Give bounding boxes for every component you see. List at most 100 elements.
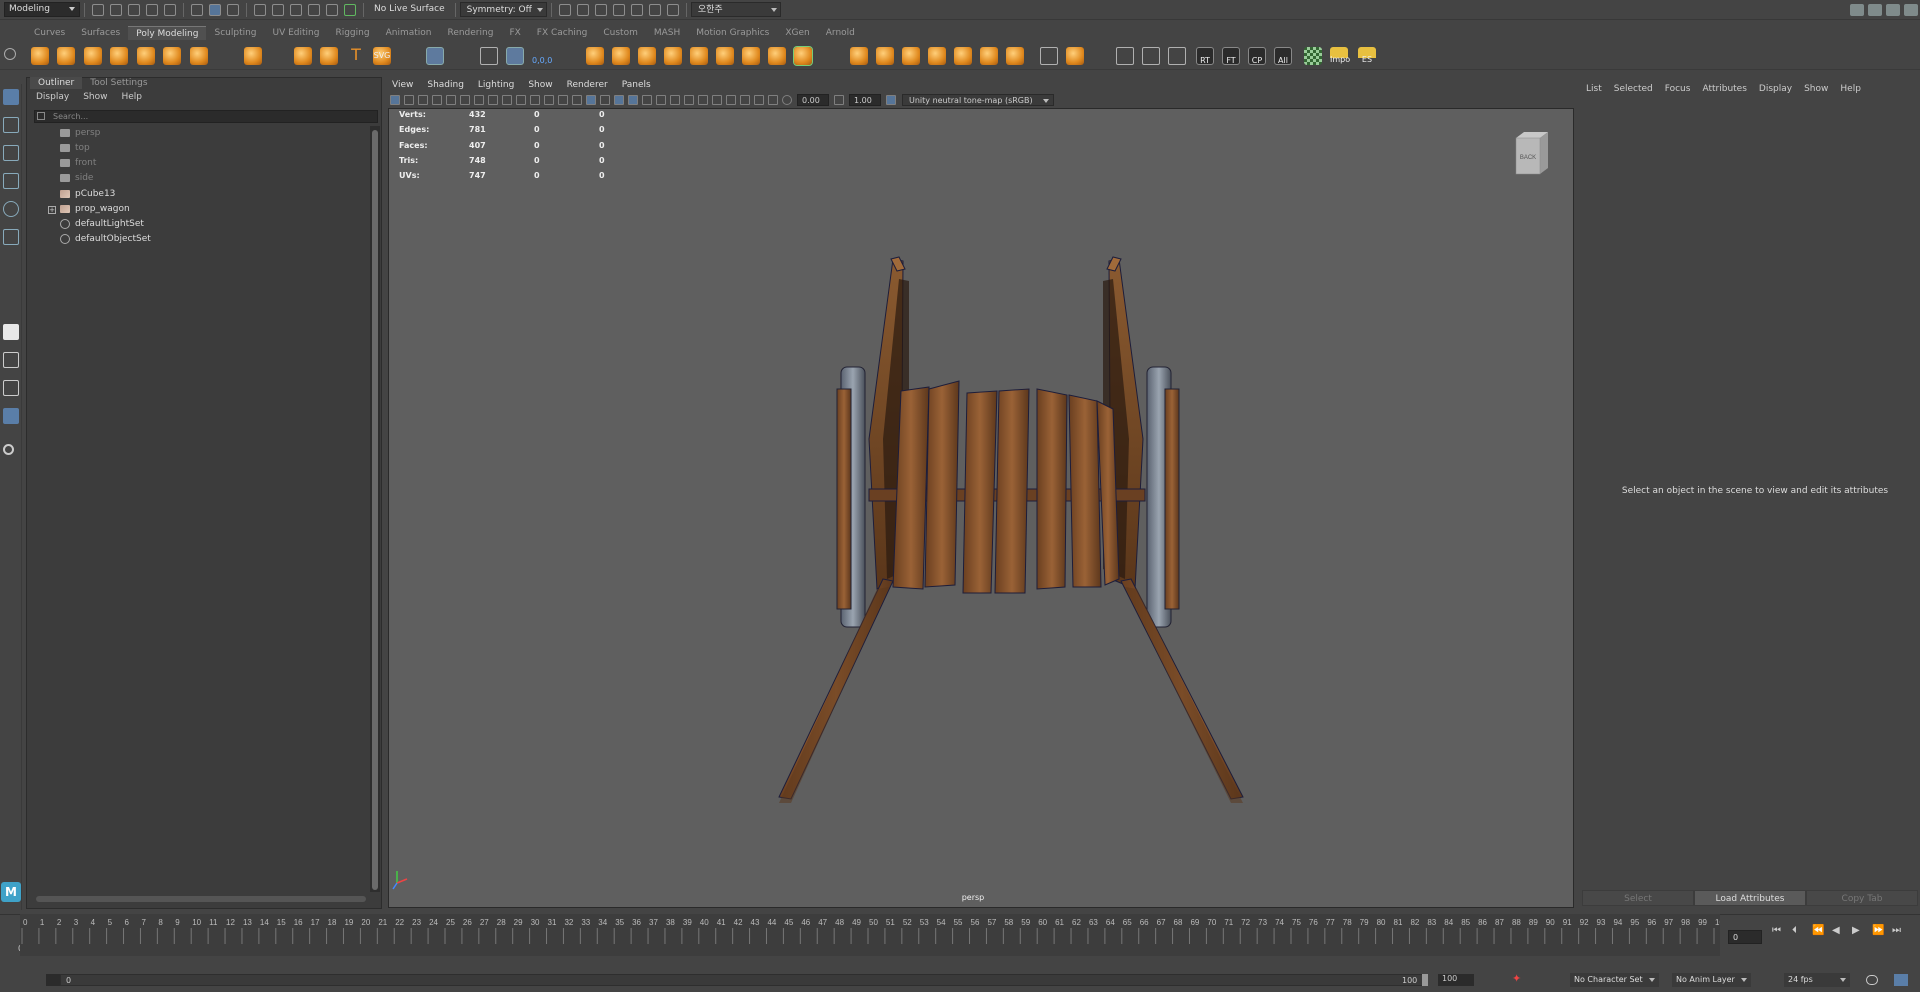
boolean-icon[interactable] bbox=[664, 47, 682, 65]
render-view-icon[interactable] bbox=[630, 3, 643, 16]
step-back-frame-icon[interactable]: ⏪ bbox=[1812, 926, 1824, 936]
menu-display[interactable]: Display bbox=[1759, 84, 1792, 94]
sweep-mesh-icon[interactable] bbox=[320, 47, 338, 65]
shelf-tab[interactable]: Rendering bbox=[439, 26, 501, 40]
menu-focus[interactable]: Focus bbox=[1665, 84, 1691, 94]
expand-icon[interactable]: + bbox=[48, 206, 56, 214]
four-view-icon[interactable] bbox=[3, 352, 19, 368]
backface-culling-icon[interactable] bbox=[768, 95, 778, 105]
es-folder-icon[interactable]: ES bbox=[1358, 47, 1376, 65]
select-button[interactable]: Select bbox=[1582, 890, 1694, 906]
menu-help[interactable]: Help bbox=[1840, 84, 1861, 94]
two-view-icon[interactable] bbox=[3, 380, 19, 396]
loop-icon[interactable] bbox=[1866, 975, 1878, 985]
collapse-icon[interactable] bbox=[1006, 47, 1024, 65]
combine-icon[interactable] bbox=[586, 47, 604, 65]
render-settings-icon[interactable] bbox=[594, 3, 607, 16]
shelf-tab[interactable]: Motion Graphics bbox=[688, 26, 777, 40]
ambient-occlusion-icon[interactable] bbox=[670, 95, 680, 105]
range-inner-start[interactable]: 0 bbox=[66, 976, 71, 985]
resolution-gate-icon[interactable] bbox=[502, 95, 512, 105]
merge-icon[interactable] bbox=[1040, 47, 1058, 65]
shelf-tab[interactable]: Arnold bbox=[818, 26, 863, 40]
render-frame-icon[interactable] bbox=[558, 3, 571, 16]
textured-icon[interactable] bbox=[628, 95, 638, 105]
isolate-select-icon[interactable] bbox=[726, 95, 736, 105]
load-attributes-button[interactable]: Load Attributes bbox=[1694, 890, 1806, 906]
select-object-icon[interactable] bbox=[209, 3, 221, 16]
ipr-render-icon[interactable] bbox=[576, 3, 589, 16]
gate-mask-icon[interactable] bbox=[516, 95, 526, 105]
current-frame-field[interactable]: 0 bbox=[1728, 930, 1762, 944]
super-shape-icon[interactable] bbox=[294, 47, 312, 65]
shelf-tab-active[interactable]: Poly Modeling bbox=[128, 26, 207, 40]
shelf-tab[interactable]: Surfaces bbox=[73, 26, 128, 40]
target-weld-icon[interactable] bbox=[1066, 47, 1084, 65]
outliner-item-persp[interactable]: persp bbox=[60, 126, 100, 140]
view-transform-dropdown[interactable]: Unity neutral tone-map (sRGB) bbox=[902, 94, 1054, 106]
poly-cone-icon[interactable] bbox=[110, 47, 128, 65]
append-icon[interactable] bbox=[928, 47, 946, 65]
rt-shelf-icon[interactable]: RT bbox=[1196, 47, 1214, 65]
play-backwards-icon[interactable]: ◀ bbox=[1832, 926, 1842, 936]
all-shelf-icon[interactable]: All bbox=[1274, 47, 1292, 65]
shelf-tab[interactable]: XGen bbox=[777, 26, 817, 40]
scale-tool-icon[interactable] bbox=[3, 229, 19, 245]
shadows-icon[interactable] bbox=[656, 95, 666, 105]
menu-selected[interactable]: Selected bbox=[1614, 84, 1653, 94]
menu-show[interactable]: Show bbox=[1804, 84, 1828, 94]
bevel-icon[interactable] bbox=[902, 47, 920, 65]
lights-icon[interactable] bbox=[642, 95, 652, 105]
single-view-icon[interactable] bbox=[3, 324, 19, 340]
svg-tool-icon[interactable]: SVG bbox=[373, 47, 391, 65]
range-start-field[interactable] bbox=[46, 974, 60, 986]
outliner-item-top[interactable]: top bbox=[60, 141, 90, 155]
viewcube[interactable]: BACK bbox=[1512, 130, 1550, 176]
menu-show[interactable]: Show bbox=[83, 92, 107, 102]
save-scene-icon[interactable] bbox=[128, 3, 140, 16]
panel-icon[interactable] bbox=[1886, 3, 1900, 16]
extrude-icon[interactable] bbox=[850, 47, 868, 65]
center-pivot-icon[interactable] bbox=[506, 47, 524, 65]
layout-icon[interactable] bbox=[1868, 3, 1882, 16]
select-camera-icon[interactable] bbox=[390, 95, 400, 105]
toggle-icon[interactable] bbox=[1904, 3, 1918, 16]
depth-of-field-icon[interactable] bbox=[712, 95, 722, 105]
auto-key-icon[interactable]: ✦ bbox=[1512, 973, 1524, 985]
field-chart-icon[interactable] bbox=[530, 95, 540, 105]
safe-action-icon[interactable] bbox=[544, 95, 554, 105]
camera-attributes-icon[interactable] bbox=[404, 95, 414, 105]
grid-display-icon[interactable] bbox=[426, 47, 444, 65]
default-material-icon[interactable] bbox=[600, 95, 610, 105]
maya-logo-icon[interactable]: M bbox=[1, 882, 21, 902]
outliner-search-input[interactable]: Search... bbox=[34, 110, 378, 123]
go-to-start-icon[interactable]: ⏮ bbox=[1772, 926, 1782, 936]
play-forwards-icon[interactable]: ▶ bbox=[1852, 926, 1862, 936]
poke-icon[interactable] bbox=[954, 47, 972, 65]
safe-title-icon[interactable] bbox=[558, 95, 568, 105]
edge-loop-icon[interactable] bbox=[1142, 47, 1160, 65]
fps-dropdown[interactable]: 24 fps bbox=[1784, 973, 1850, 987]
range-bar[interactable] bbox=[60, 974, 1424, 986]
pivot-icon[interactable] bbox=[480, 47, 498, 65]
fill-hole-icon[interactable] bbox=[793, 46, 813, 66]
hypershade-icon[interactable] bbox=[612, 3, 625, 16]
outliner-item-front[interactable]: front bbox=[60, 156, 96, 170]
shelf-tab[interactable]: Rigging bbox=[327, 26, 377, 40]
retopologize-icon[interactable] bbox=[742, 47, 760, 65]
user-account-dropdown[interactable]: 오한주 bbox=[690, 2, 781, 17]
wireframe-icon[interactable] bbox=[572, 95, 582, 105]
bookmark-icon[interactable] bbox=[418, 95, 428, 105]
timeline-track[interactable]: 0 1 2 3 4 5 6 7 8 9 10 11 12 13 14 15 16 17 18 19 20 21 22 23 24… bbox=[20, 914, 1720, 956]
grid-icon[interactable] bbox=[474, 95, 484, 105]
gamma-field[interactable]: 1.00 bbox=[849, 94, 881, 106]
gamma-icon[interactable] bbox=[834, 95, 844, 105]
workspace-icon[interactable] bbox=[1850, 3, 1864, 16]
paint-select-icon[interactable] bbox=[3, 145, 19, 161]
anim-prefs-icon[interactable] bbox=[1894, 974, 1908, 986]
shelf-tab[interactable]: FX bbox=[501, 26, 528, 40]
grease-pencil-icon[interactable] bbox=[460, 95, 470, 105]
range-end-field[interactable]: 100 bbox=[1438, 974, 1474, 986]
quad-draw-icon[interactable] bbox=[1168, 47, 1186, 65]
smooth-shade-icon[interactable] bbox=[586, 95, 596, 105]
